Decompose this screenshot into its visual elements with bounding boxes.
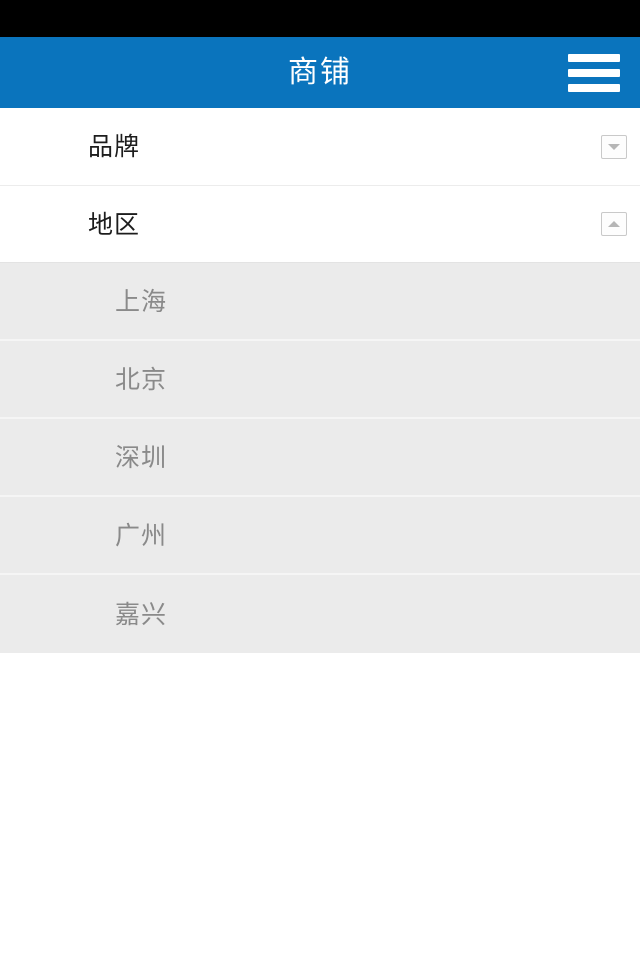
list-item[interactable]: 广州	[0, 497, 640, 575]
region-option-list: 上海 北京 深圳 广州 嘉兴	[0, 262, 640, 653]
region-option-label: 深圳	[115, 442, 168, 472]
filter-row-brand-label: 品牌	[88, 132, 141, 161]
region-option-label: 北京	[115, 364, 168, 394]
chevron-up-icon	[608, 221, 620, 227]
hamburger-menu-icon[interactable]	[566, 51, 622, 95]
list-item[interactable]: 深圳	[0, 419, 640, 497]
region-option-label: 嘉兴	[115, 599, 168, 629]
page-title: 商铺	[288, 54, 352, 90]
status-bar	[0, 0, 640, 37]
list-item[interactable]: 上海	[0, 263, 640, 341]
list-item[interactable]: 北京	[0, 341, 640, 419]
region-option-label: 广州	[115, 520, 168, 550]
filter-row-region-label: 地区	[88, 209, 141, 239]
filter-region-toggle[interactable]	[601, 212, 627, 236]
filter-row-brand[interactable]: 品牌	[0, 108, 640, 186]
hamburger-bar-2	[568, 68, 620, 77]
app-root: 商铺 品牌 地区 上海 北京 深圳 广州 嘉兴	[0, 0, 640, 960]
app-bar: 商铺	[0, 37, 640, 108]
filter-brand-toggle[interactable]	[601, 134, 627, 159]
region-option-label: 上海	[115, 286, 168, 316]
list-item[interactable]: 嘉兴	[0, 575, 640, 653]
hamburger-bar-3	[568, 83, 620, 92]
filter-row-region[interactable]: 地区	[0, 186, 640, 262]
hamburger-bar-1	[568, 53, 620, 62]
chevron-down-icon	[608, 143, 620, 150]
